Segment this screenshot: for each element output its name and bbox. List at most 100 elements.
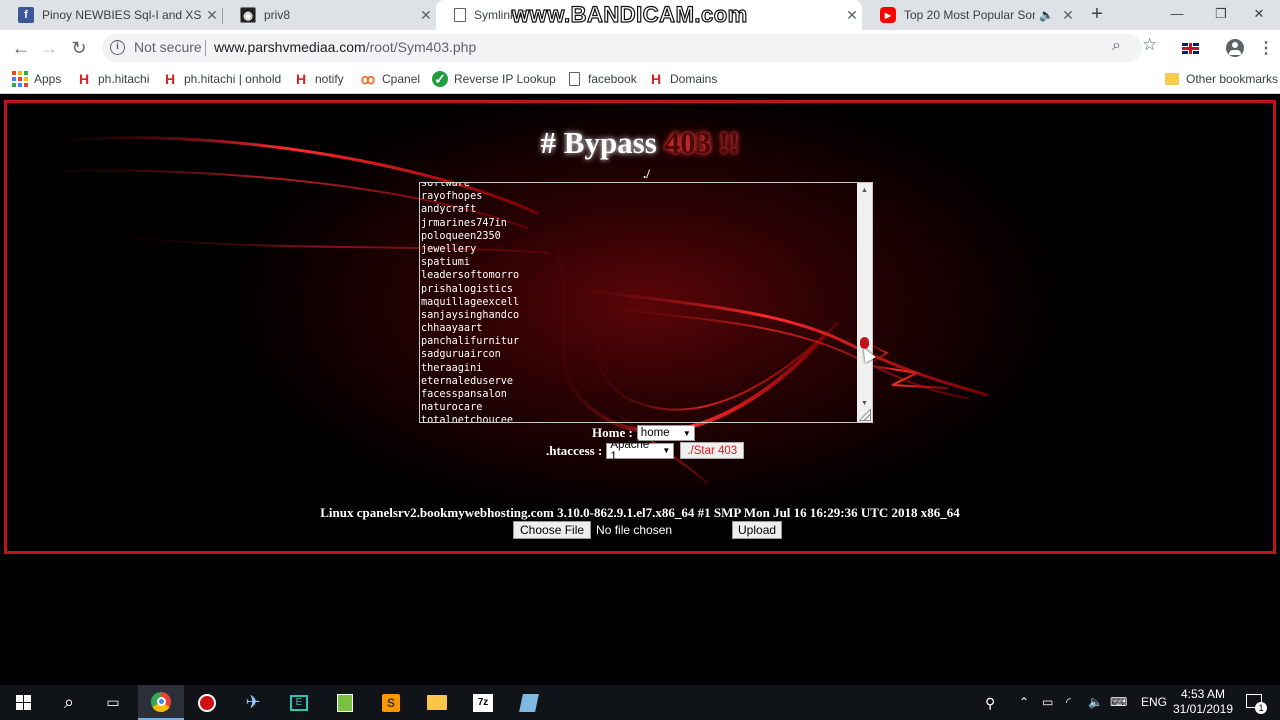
user-list-item: jrmarines747in <box>421 217 507 229</box>
bookmark-label: Domains <box>670 72 718 86</box>
user-list-item: maquillageexcell <box>421 296 520 308</box>
tab-title: Top 20 Most Popular Song <box>904 8 1036 22</box>
bookmark-domains[interactable]: H Domains <box>648 71 717 87</box>
hitachi-icon: H <box>295 71 307 87</box>
scroll-up-icon[interactable]: ▲ <box>861 187 868 194</box>
notepad-icon[interactable] <box>322 685 368 720</box>
reload-button[interactable]: ↻ <box>66 35 92 61</box>
check-icon: ✓ <box>432 71 448 87</box>
address-bar[interactable]: i Not secure www.parshvmediaa.com/root/S… <box>102 34 1142 62</box>
hitachi-icon: H <box>164 71 176 87</box>
page-icon <box>454 8 466 22</box>
minimize-button[interactable]: — <box>1154 0 1200 30</box>
htaccess-value: Apache 1 <box>610 438 650 463</box>
user-list-textarea[interactable]: software rayofhopes andycraft jrmarines747i… <box>419 182 873 423</box>
close-icon[interactable]: ✕ <box>842 7 862 24</box>
title-prefix: # Bypass <box>540 125 665 160</box>
new-tab-button[interactable]: + <box>1086 3 1108 25</box>
tab-strip: f Pinoy NEWBIES Sql-I and XSS ; ✕ ◉ priv… <box>0 0 1280 30</box>
sublime-icon[interactable]: S <box>368 685 414 720</box>
keyboard-icon[interactable]: ⌨ <box>1110 695 1127 709</box>
bookmark-ph-hitachi[interactable]: H ph.hitachi <box>76 71 149 87</box>
bookmark-label: ph.hitachi <box>98 72 150 86</box>
record-icon[interactable] <box>184 685 230 720</box>
bookmark-label: notify <box>315 72 344 86</box>
task-view-icon[interactable]: ▭ <box>90 685 136 720</box>
user-list-item: jewellery <box>421 243 477 255</box>
battery-icon[interactable]: ▭ <box>1042 695 1053 709</box>
bookmark-notify[interactable]: H notify <box>293 71 344 87</box>
url-path: /root/Sym403.php <box>365 39 477 55</box>
bandicam-watermark: www.BANDICAM.com <box>511 1 748 27</box>
tab-title: priv8 <box>264 8 291 22</box>
user-list-item: panchalifurnitur <box>421 336 520 348</box>
bookmark-label: ph.hitachi | onhold <box>184 72 282 86</box>
clock[interactable]: 4:53 AM 31/01/2019 <box>1170 687 1236 717</box>
user-list-item: sanjaysinghandco <box>421 309 520 321</box>
scroll-down-icon[interactable]: ▼ <box>861 400 868 407</box>
app-icon[interactable]: ✈ <box>230 685 276 720</box>
omnibox-divider <box>205 40 206 56</box>
menu-icon[interactable]: ⋮ <box>1258 38 1274 58</box>
people-icon[interactable]: ⚲ <box>985 695 995 712</box>
bookmark-label: Reverse IP Lookup <box>454 72 556 86</box>
user-list-item: spatiumi <box>421 257 471 269</box>
folder-icon[interactable] <box>414 685 460 720</box>
bookmark-facebook[interactable]: facebook <box>566 71 637 87</box>
chrome-icon[interactable] <box>138 685 184 720</box>
upload-button[interactable]: Upload <box>732 521 783 539</box>
start-icon[interactable] <box>0 685 46 720</box>
user-list-item: totalnetchoucee <box>421 415 514 423</box>
close-window-button[interactable]: ✕ <box>1236 0 1280 30</box>
security-label[interactable]: Not secure <box>134 39 202 55</box>
tab-priv8[interactable]: ◉ priv8 ✕ <box>222 0 436 30</box>
zoom-icon[interactable]: ⌕ <box>1112 37 1121 55</box>
other-bookmarks[interactable]: Other bookmarks <box>1164 71 1278 87</box>
show-hidden-icon[interactable]: ⌃ <box>1019 695 1029 709</box>
bookmark-label: Cpanel <box>382 72 421 86</box>
forward-button[interactable]: → <box>36 35 62 61</box>
network-icon[interactable]: ◜ <box>1066 695 1071 709</box>
choose-file-button[interactable]: Choose File <box>513 521 592 539</box>
bookmark-ph-hitachi-onhold[interactable]: H ph.hitachi | onhold <box>162 71 281 87</box>
apps-icon <box>12 71 28 87</box>
htaccess-select[interactable]: Apache 1 ▼ <box>606 439 675 463</box>
current-path: ./ <box>643 166 650 181</box>
bookmark-cpanel[interactable]: ꝏ Cpanel <box>360 71 420 87</box>
htaccess-label: .htaccess : <box>546 442 603 458</box>
uk-flag-icon[interactable] <box>1182 43 1199 54</box>
volume-icon[interactable]: 🔈 <box>1088 695 1103 709</box>
search-icon[interactable]: ⌕ <box>46 685 92 720</box>
terminal-icon[interactable]: E <box>276 685 322 720</box>
notification-icon[interactable]: 1 <box>1246 694 1267 714</box>
tab-title: Pinoy NEWBIES Sql-I and XSS ; <box>42 8 202 22</box>
bookmark-star-icon[interactable]: ☆ <box>1142 35 1157 55</box>
tab-facebook[interactable]: f Pinoy NEWBIES Sql-I and XSS ; ✕ <box>0 0 222 30</box>
speaker-icon[interactable]: 🔈 <box>1039 8 1054 22</box>
user-list-item: naturocare <box>421 402 483 414</box>
clock-time: 4:53 AM <box>1180 687 1226 701</box>
bookmark-reverse-ip[interactable]: ✓ Reverse IP Lookup <box>432 71 556 87</box>
close-icon[interactable]: ✕ <box>202 7 222 24</box>
scrollbar[interactable]: ▲ ▼ <box>857 183 872 422</box>
profile-icon[interactable] <box>1226 39 1244 57</box>
home-value: home <box>640 427 670 439</box>
tab-youtube[interactable]: ▶ Top 20 Most Popular Song 🔈 ✕ <box>862 0 1078 30</box>
star-403-button[interactable]: ./Star 403 <box>680 442 745 459</box>
close-icon[interactable]: ✕ <box>416 7 436 24</box>
facebook-icon: f <box>18 7 34 23</box>
dropdown-arrow-icon: ▼ <box>682 428 691 438</box>
url-text[interactable]: www.parshvmediaa.com/root/Sym403.php <box>214 39 476 55</box>
app2-icon[interactable] <box>506 685 552 720</box>
7zip-icon[interactable]: 7z <box>460 685 506 720</box>
page-icon <box>566 71 582 87</box>
language-indicator[interactable]: ENG <box>1141 695 1167 709</box>
resize-grip[interactable] <box>859 409 871 421</box>
close-icon[interactable]: ✕ <box>1058 7 1078 24</box>
bookmark-apps[interactable]: Apps <box>12 71 61 87</box>
hitachi-icon: H <box>78 71 90 87</box>
clock-date: 31/01/2019 <box>1172 702 1234 716</box>
info-icon[interactable]: i <box>110 40 125 55</box>
user-list-item: poloqueen2350 <box>421 230 501 242</box>
back-button[interactable]: ← <box>8 35 34 61</box>
